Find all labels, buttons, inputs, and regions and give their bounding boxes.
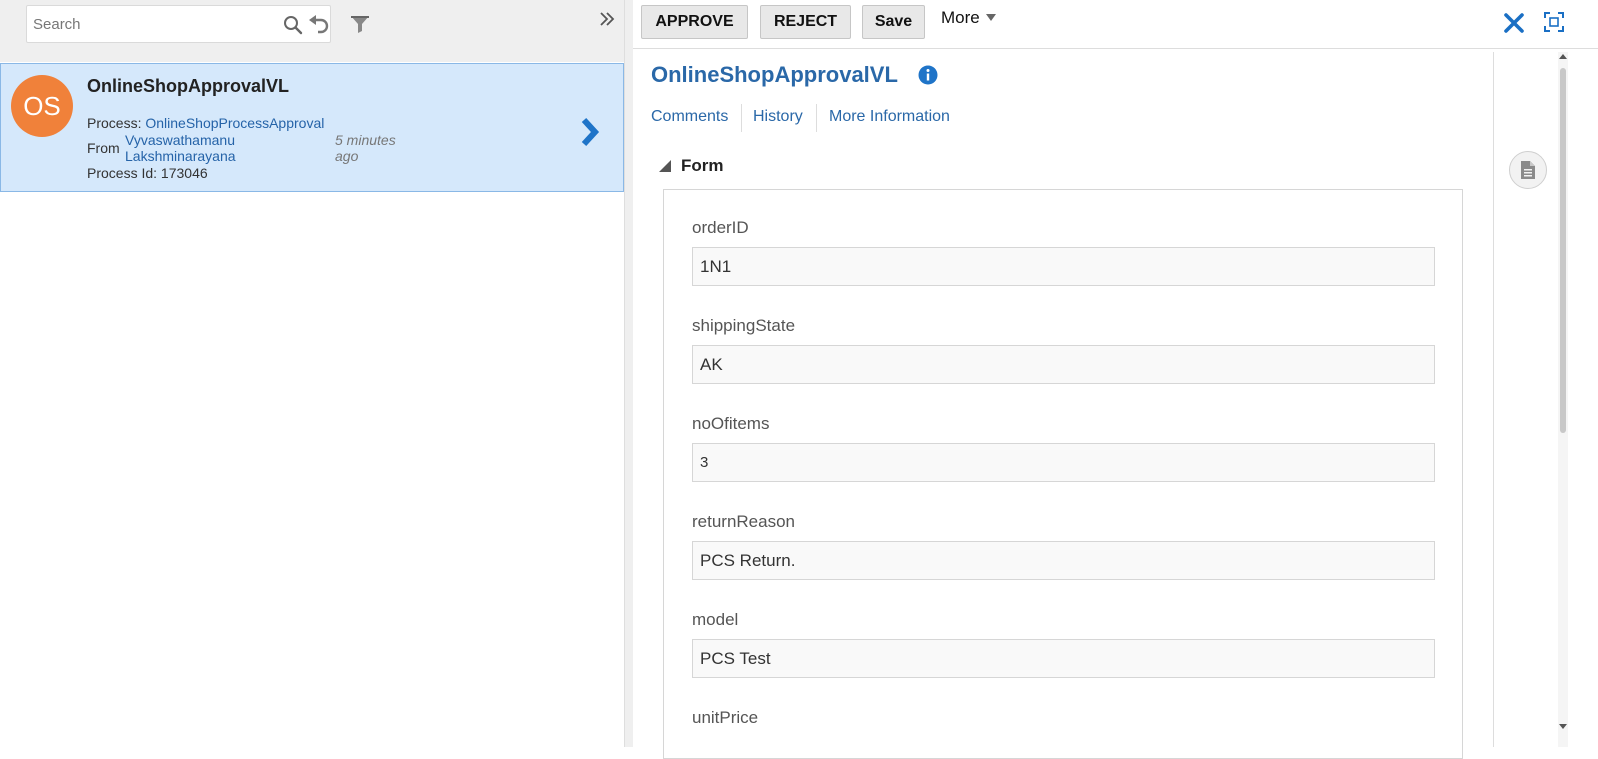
task-actions-toolbar: APPROVE REJECT Save More: [633, 0, 1598, 49]
field-label-returnreason: returnReason: [692, 512, 796, 531]
detail-scrollbar[interactable]: [1558, 52, 1568, 747]
tab-divider: [741, 104, 742, 132]
task-detail-title: OnlineShopApprovalVL: [651, 62, 898, 87]
noofitems-field[interactable]: [692, 443, 1435, 482]
info-icon[interactable]: [918, 65, 938, 85]
chevron-right-icon[interactable]: [579, 116, 601, 148]
task-list-toolbar: [0, 0, 624, 62]
tab-comments[interactable]: Comments: [651, 104, 728, 130]
from-name-line2: Lakshminarayana: [125, 148, 236, 164]
collapse-icon[interactable]: [598, 10, 616, 28]
maximize-icon[interactable]: [1544, 12, 1564, 32]
scroll-down-icon[interactable]: [1559, 724, 1567, 729]
document-icon: [1521, 161, 1535, 179]
reject-button[interactable]: REJECT: [760, 5, 851, 39]
from-name-line1: Vyvaswathamanu: [125, 132, 235, 148]
tab-more-information[interactable]: More Information: [829, 104, 950, 130]
task-detail-pane: APPROVE REJECT Save More OnlineShopAppro…: [633, 0, 1598, 759]
approve-button[interactable]: APPROVE: [641, 5, 748, 39]
returnreason-field[interactable]: [692, 541, 1435, 580]
task-timestamp: 5 minutes ago: [335, 132, 415, 164]
field-label-model: model: [692, 610, 739, 629]
task-list-pane: OS OnlineShopApprovalVL Process: OnlineS…: [0, 0, 624, 747]
task-title: OnlineShopApprovalVL: [87, 76, 290, 96]
process-label: Process:: [87, 115, 142, 131]
more-label: More: [941, 8, 980, 27]
from-user-link[interactable]: Vyvaswathamanu Lakshminarayana: [125, 132, 236, 164]
side-panel-divider: [1493, 52, 1494, 747]
scrollbar-thumb[interactable]: [1560, 68, 1566, 433]
search-input[interactable]: [33, 6, 273, 42]
save-button[interactable]: Save: [862, 5, 925, 39]
form-section-header[interactable]: Form: [681, 156, 724, 176]
field-label-unitprice: unitPrice: [692, 708, 759, 727]
from-label: From: [87, 140, 120, 156]
filter-icon[interactable]: [350, 14, 370, 34]
process-line: Process: OnlineShopProcessApproval: [87, 115, 324, 131]
tab-history[interactable]: History: [753, 104, 803, 130]
triangle-down-icon[interactable]: [658, 159, 672, 173]
task-list-item[interactable]: OS OnlineShopApprovalVL Process: OnlineS…: [0, 63, 624, 192]
search-box: [26, 5, 331, 43]
field-label-orderid: orderID: [692, 218, 749, 237]
process-name-link[interactable]: OnlineShopProcessApproval: [145, 115, 324, 131]
time-line2: ago: [335, 148, 359, 164]
more-menu[interactable]: More: [941, 8, 996, 28]
time-line1: 5 minutes: [335, 132, 396, 148]
field-label-noofitems: noOfitems: [692, 414, 770, 433]
close-icon[interactable]: [1503, 12, 1525, 34]
scroll-up-icon[interactable]: [1559, 54, 1567, 59]
model-field[interactable]: [692, 639, 1435, 678]
process-id-value: 173046: [160, 165, 208, 181]
undo-icon[interactable]: [308, 14, 330, 34]
caret-down-icon: [985, 14, 996, 21]
process-id-line: Process Id: 173046: [87, 165, 208, 181]
attachments-button[interactable]: [1509, 151, 1547, 189]
tab-divider: [816, 104, 817, 132]
pane-splitter[interactable]: [624, 0, 633, 747]
orderid-field[interactable]: [692, 247, 1435, 286]
shippingstate-field[interactable]: [692, 345, 1435, 384]
form-panel: orderID shippingState noOfitems returnRe…: [663, 189, 1463, 759]
avatar: OS: [11, 75, 73, 137]
field-label-shippingstate: shippingState: [692, 316, 796, 335]
process-id-label: Process Id:: [87, 165, 158, 181]
search-icon[interactable]: [283, 15, 303, 35]
